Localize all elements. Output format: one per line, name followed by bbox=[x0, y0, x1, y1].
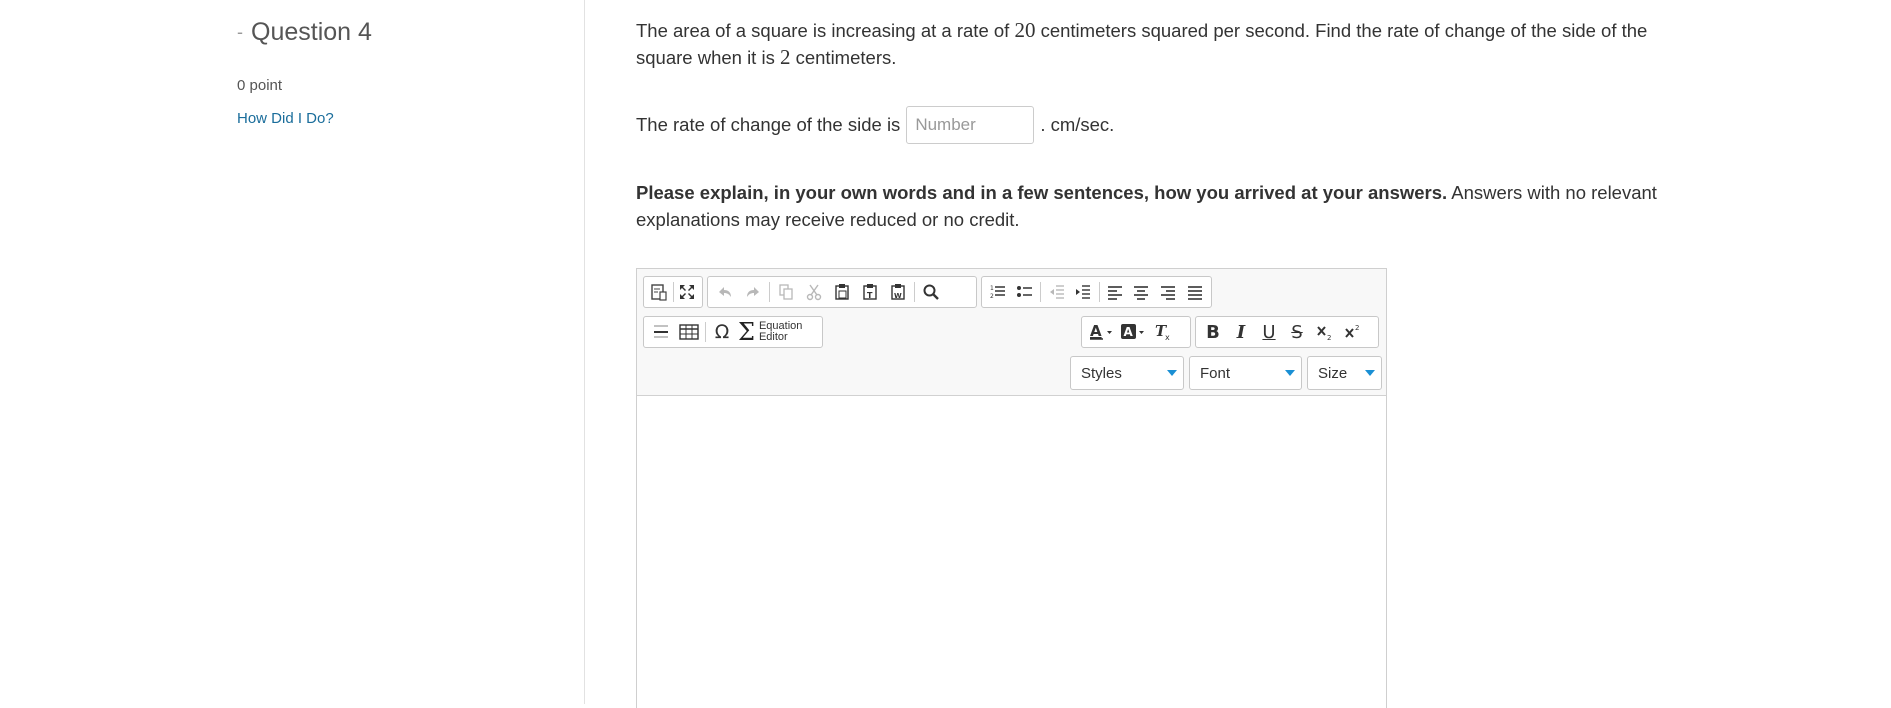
collapse-toggle[interactable]: - bbox=[237, 22, 243, 43]
toolbar-group-document bbox=[643, 276, 703, 308]
styles-label: Styles bbox=[1081, 364, 1122, 382]
equation-editor-label-2: Editor bbox=[758, 331, 788, 343]
sigma-icon: Σ bbox=[738, 318, 755, 346]
numbered-list-icon[interactable]: 12 bbox=[985, 278, 1012, 306]
rate-value: 20 bbox=[1014, 18, 1036, 42]
align-left-icon[interactable] bbox=[1101, 278, 1128, 306]
table-icon[interactable] bbox=[675, 318, 703, 346]
svg-text:x: x bbox=[1165, 333, 1170, 341]
chevron-down-icon bbox=[1285, 370, 1295, 376]
toolbar-group-clipboard: T W bbox=[707, 276, 977, 308]
special-character-icon[interactable]: Ω bbox=[708, 318, 736, 346]
equation-editor-button[interactable]: Σ Equation Editor bbox=[736, 318, 808, 346]
remove-format-icon[interactable]: Tx bbox=[1149, 318, 1177, 346]
toolbar-group-basicstyles: B I U S 2 2 bbox=[1195, 316, 1379, 348]
toolbar-group-colors: A A Tx bbox=[1081, 316, 1191, 348]
rich-text-editor: T W 12 Ω Σ Equation Editor A A T x B I U… bbox=[636, 268, 1387, 708]
redo-icon[interactable] bbox=[739, 278, 767, 306]
editor-content-area[interactable] bbox=[637, 396, 1386, 708]
bulleted-list-icon[interactable] bbox=[1012, 278, 1039, 306]
toolbar-group-paragraph: 12 bbox=[981, 276, 1212, 308]
undo-icon[interactable] bbox=[711, 278, 739, 306]
points-label: 0 point bbox=[237, 77, 283, 94]
bold-button[interactable]: B bbox=[1199, 318, 1227, 346]
answer-number-input[interactable] bbox=[906, 106, 1035, 144]
underline-button[interactable]: U bbox=[1255, 318, 1283, 346]
align-center-icon[interactable] bbox=[1128, 278, 1155, 306]
answer-prefix: The rate of change of the side is bbox=[636, 114, 901, 135]
size-dropdown[interactable]: Size bbox=[1307, 356, 1382, 390]
how-did-i-do-link[interactable]: How Did I Do? bbox=[237, 110, 334, 127]
text-color-icon[interactable]: A bbox=[1085, 318, 1117, 346]
explanation-bold: Please explain, in your own words and in… bbox=[636, 182, 1448, 203]
svg-text:2: 2 bbox=[1327, 334, 1331, 341]
justify-icon[interactable] bbox=[1181, 278, 1208, 306]
font-dropdown[interactable]: Font bbox=[1189, 356, 1302, 390]
paste-word-icon[interactable]: W bbox=[884, 278, 912, 306]
chevron-down-icon bbox=[1167, 370, 1177, 376]
strikethrough-button[interactable]: S bbox=[1283, 318, 1311, 346]
svg-text:A: A bbox=[1124, 325, 1134, 339]
superscript-icon[interactable]: 2 bbox=[1339, 318, 1367, 346]
subscript-icon[interactable]: 2 bbox=[1311, 318, 1339, 346]
align-right-icon[interactable] bbox=[1155, 278, 1182, 306]
paste-icon[interactable] bbox=[828, 278, 856, 306]
side-value: 2 bbox=[779, 45, 791, 69]
cut-icon[interactable] bbox=[800, 278, 828, 306]
svg-text:1: 1 bbox=[990, 285, 994, 292]
svg-text:W: W bbox=[894, 292, 902, 300]
maximize-icon[interactable] bbox=[675, 278, 699, 306]
find-icon[interactable] bbox=[917, 278, 945, 306]
svg-text:2: 2 bbox=[1355, 324, 1359, 332]
styles-dropdown[interactable]: Styles bbox=[1070, 356, 1184, 390]
horizontal-rule-icon[interactable] bbox=[647, 318, 675, 346]
increase-indent-icon[interactable] bbox=[1070, 278, 1097, 306]
toolbar-group-insert: Ω Σ Equation Editor bbox=[643, 316, 823, 348]
svg-text:2: 2 bbox=[990, 293, 994, 300]
question-header: - Question 4 bbox=[237, 18, 372, 47]
question-title: Question 4 bbox=[251, 18, 372, 46]
source-icon[interactable] bbox=[647, 278, 671, 306]
stem-text-3: centimeters. bbox=[790, 47, 897, 68]
size-label: Size bbox=[1318, 364, 1348, 382]
svg-text:A: A bbox=[1090, 323, 1102, 340]
answer-line: The rate of change of the side is . cm/s… bbox=[636, 106, 1114, 144]
chevron-down-icon bbox=[1365, 370, 1375, 376]
decrease-indent-icon[interactable] bbox=[1043, 278, 1070, 306]
editor-toolbar: T W 12 Ω Σ Equation Editor A A T x B I U… bbox=[637, 269, 1386, 396]
stem-text-1: The area of a square is increasing at a … bbox=[636, 20, 1015, 41]
font-label: Font bbox=[1200, 364, 1231, 382]
question-sidebar: - Question 4 0 point How Did I Do? bbox=[0, 0, 585, 704]
italic-button[interactable]: I bbox=[1227, 318, 1255, 346]
paste-text-icon[interactable]: T bbox=[856, 278, 884, 306]
explanation-instructions: Please explain, in your own words and in… bbox=[636, 179, 1686, 233]
copy-icon[interactable] bbox=[772, 278, 800, 306]
background-color-icon[interactable]: A bbox=[1117, 318, 1149, 346]
svg-text:T: T bbox=[867, 291, 873, 300]
answer-unit: . cm/sec. bbox=[1040, 114, 1115, 135]
question-stem: The area of a square is increasing at a … bbox=[636, 17, 1676, 71]
